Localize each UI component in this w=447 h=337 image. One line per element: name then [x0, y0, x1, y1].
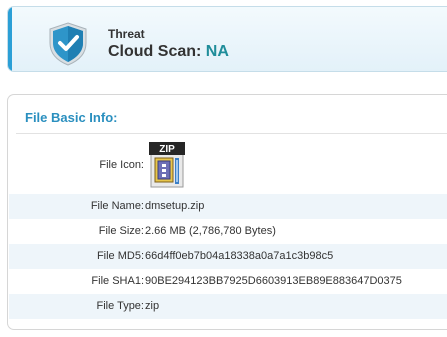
threat-label: Threat: [108, 27, 145, 41]
file-icon-row: File Icon: ZIP: [9, 141, 447, 189]
file-size-value: 2.66 MB (2,786,780 Bytes): [145, 225, 276, 237]
file-type-value: zip: [145, 300, 160, 312]
file-basic-info-panel: File Basic Info: File Icon: ZIP File Nam…: [7, 94, 447, 330]
file-md5-label: File MD5:: [96, 250, 144, 262]
file-sha1-label: File SHA1:: [91, 275, 144, 287]
file-size-label: File Size:: [98, 225, 144, 237]
cloud-scan-label: Cloud Scan:: [108, 43, 202, 60]
file-name-label: File Name:: [90, 200, 144, 212]
file-type-row: File Type: zip: [9, 294, 447, 319]
file-icon-label: File Icon:: [99, 159, 144, 171]
shield-check-icon: [49, 22, 87, 66]
cloud-scan-status: Cloud Scan: NA: [108, 43, 229, 61]
file-sha1-value: 90BE294123BB7925D6603913EB89E883647D0375: [145, 275, 402, 287]
cloud-scan-value: NA: [205, 43, 229, 60]
panel-title: File Basic Info:: [25, 110, 118, 125]
file-size-row: File Size: 2.66 MB (2,786,780 Bytes): [9, 219, 447, 244]
file-name-row: File Name: dmsetup.zip: [9, 194, 447, 219]
zip-archive-icon: ZIP: [149, 142, 185, 188]
header-accent-bar: [8, 7, 12, 71]
divider: [16, 133, 447, 134]
file-type-label: File Type:: [96, 300, 145, 312]
file-name-value: dmsetup.zip: [145, 200, 205, 212]
file-md5-row: File MD5: 66d4ff0eb7b04a18338a0a7a1c3b98…: [9, 244, 447, 269]
file-md5-value: 66d4ff0eb7b04a18338a0a7a1c3b98c5: [145, 250, 334, 262]
threat-header: Threat Cloud Scan: NA: [7, 6, 447, 72]
file-sha1-row: File SHA1: 90BE294123BB7925D6603913EB89E…: [9, 269, 447, 294]
zip-icon-text: ZIP: [159, 144, 175, 155]
